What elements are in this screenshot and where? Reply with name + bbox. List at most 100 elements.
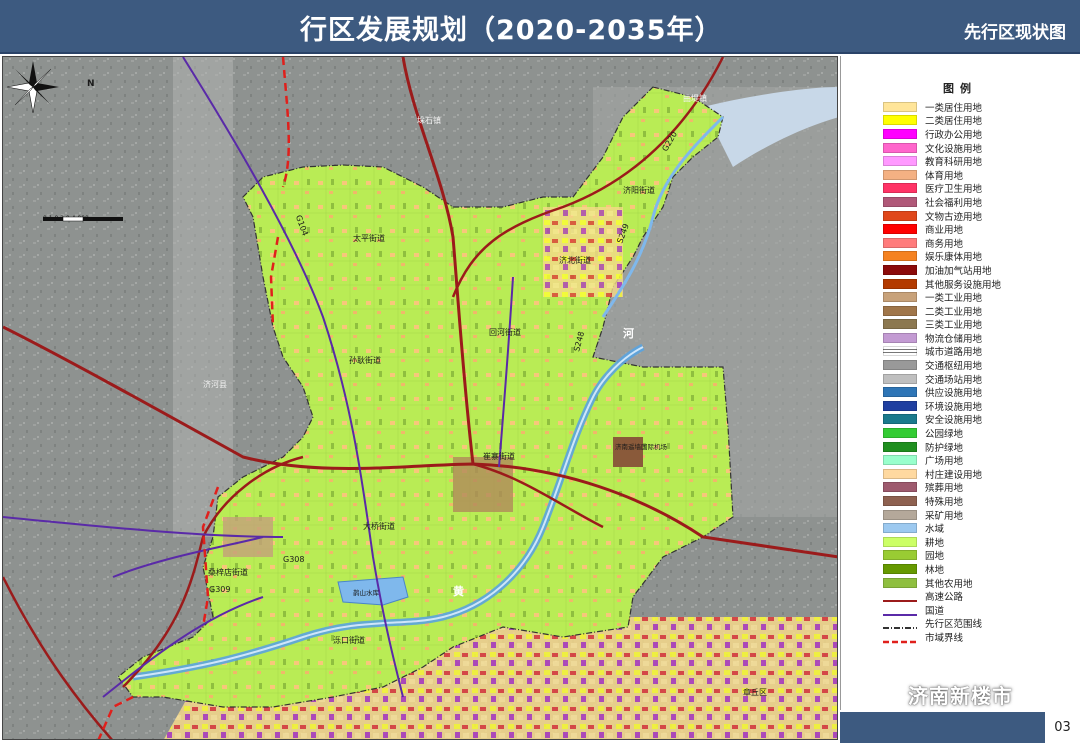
legend-item: 防护绿地: [883, 440, 1001, 454]
legend-label: 耕地: [925, 537, 945, 549]
legend-item: 其他农用地: [883, 576, 1001, 590]
legend-item: 环境设施用地: [883, 399, 1001, 413]
legend-swatch: [883, 237, 917, 248]
place-label-sangzidian: 桑梓店街道: [208, 568, 248, 577]
legend-label: 采矿用地: [925, 510, 964, 522]
place-label-duoshi: 垛石镇: [417, 116, 441, 125]
legend-swatch: [883, 319, 917, 330]
legend-item: 一类居住用地: [883, 100, 1001, 114]
legend-item: 广场用地: [883, 453, 1001, 467]
legend-item: 供应设施用地: [883, 385, 1001, 399]
scale-bar: 0 1.0 2.0 4.000: [43, 215, 123, 222]
legend-label: 公园绿地: [925, 429, 964, 441]
legend-item: 物流仓储用地: [883, 331, 1001, 345]
legend-label: 其他服务设施用地: [925, 279, 1002, 291]
legend-swatch: [883, 169, 917, 180]
legend-label: 殡葬用地: [925, 483, 964, 495]
legend-item: 高速公路: [883, 589, 1001, 603]
legend-swatch: [883, 224, 917, 235]
legend-item: 娱乐康体用地: [883, 250, 1001, 264]
legend-item: 交通场站用地: [883, 372, 1001, 386]
map-title: 行区发展规划（2020-2035年）: [300, 15, 723, 46]
watermark: 济南新楼市: [864, 680, 1013, 709]
place-label-jibei: 济北街道: [559, 256, 591, 265]
legend-item: 社会福利用地: [883, 195, 1001, 209]
place-label-cuizhai: 崔寨街道: [483, 452, 515, 461]
legend-swatch: [883, 373, 917, 384]
river-label-he: 河: [623, 327, 634, 340]
header-bar: 行区发展规划（2020-2035年） 先行区现状图: [0, 0, 1080, 54]
legend-swatch: [883, 251, 917, 262]
watermark-text: 济南新楼市: [908, 684, 1013, 708]
legend-label: 社会福利用地: [925, 197, 983, 209]
legend-item: 安全设施用地: [883, 413, 1001, 427]
legend-item: 殡葬用地: [883, 481, 1001, 495]
road-label-g308: G308: [283, 555, 305, 564]
legend-swatch: [883, 441, 917, 452]
legend-item: 文物古迹用地: [883, 209, 1001, 223]
legend-label: 环境设施用地: [925, 401, 983, 413]
legend-swatch: [883, 618, 917, 630]
legend-label: 文化设施用地: [925, 143, 983, 155]
legend-label: 交通枢纽用地: [925, 361, 983, 373]
legend-swatch: [883, 278, 917, 289]
place-label-huihe: 回河街道: [489, 328, 521, 337]
legend-label: 加油加气站用地: [925, 265, 992, 277]
legend-label: 先行区范围线: [925, 619, 983, 631]
legend-item: 市域界线: [883, 630, 1001, 644]
legend-swatch: [883, 400, 917, 411]
north-arrow-icon: [6, 61, 59, 114]
legend-label: 特殊用地: [925, 497, 964, 509]
legend-item: 商业用地: [883, 222, 1001, 236]
urban-cluster-jibei: [543, 207, 623, 297]
legend-label: 供应设施用地: [925, 388, 983, 400]
legend-swatch: [883, 605, 917, 616]
legend-label: 村庄建设用地: [925, 469, 983, 481]
legend-swatch: [883, 523, 917, 534]
legend-item: 商务用地: [883, 236, 1001, 250]
map-subtitle: 先行区现状图: [964, 23, 1066, 43]
legend-swatch: [883, 305, 917, 316]
legend-swatch: [883, 428, 917, 439]
legend-swatch: [883, 536, 917, 547]
legend-title: 图例: [943, 82, 977, 95]
legend-swatch: [883, 115, 917, 126]
legend-swatch: [883, 196, 917, 207]
legend-swatch: [883, 563, 917, 574]
place-label-sungeng: 孙耿街道: [349, 356, 381, 365]
place-label-qudi: 曲堤镇: [683, 94, 707, 103]
legend-item: 加油加气站用地: [883, 263, 1001, 277]
legend-swatch: [883, 455, 917, 466]
legend-swatch: [883, 496, 917, 507]
north-label: N: [87, 79, 95, 89]
legend-label: 城市道路用地: [925, 347, 983, 359]
legend-label: 国道: [925, 605, 945, 617]
legend-label: 园地: [925, 551, 945, 563]
map-canvas[interactable]: N 0 1.0 2.0 4.000 太平街道 济北街道 济阳街道 回河街道 孙耿…: [2, 56, 838, 740]
page-number: 03: [1044, 712, 1080, 743]
legend-item: 国道: [883, 603, 1001, 617]
legend-label: 二类工业用地: [925, 306, 983, 318]
legend-swatch: [883, 292, 917, 303]
legend-item: 公园绿地: [883, 426, 1001, 440]
legend-swatch: [883, 509, 917, 520]
legend-label: 广场用地: [925, 456, 964, 468]
legend-item: 行政办公用地: [883, 127, 1001, 141]
legend-label: 二类居住用地: [925, 116, 983, 128]
legend-label: 安全设施用地: [925, 415, 983, 427]
legend-label: 高速公路: [925, 592, 964, 604]
legend-item: 体育用地: [883, 168, 1001, 182]
legend-swatch: [883, 550, 917, 561]
legend-label: 娱乐康体用地: [925, 252, 983, 264]
place-label-airport: 济南遥墙国际机场: [615, 443, 667, 451]
legend-item: 医疗卫生用地: [883, 182, 1001, 195]
legend-item: 村庄建设用地: [883, 467, 1001, 481]
legend-swatch: [883, 360, 917, 371]
scale-bar-graphic: [43, 216, 123, 222]
legend-label: 文物古迹用地: [925, 211, 983, 223]
legend-swatch: [883, 264, 917, 275]
legend-swatch: [883, 414, 917, 425]
wechat-icon: [865, 683, 899, 706]
legend-swatch: [883, 183, 917, 194]
legend-swatch: [883, 577, 917, 588]
